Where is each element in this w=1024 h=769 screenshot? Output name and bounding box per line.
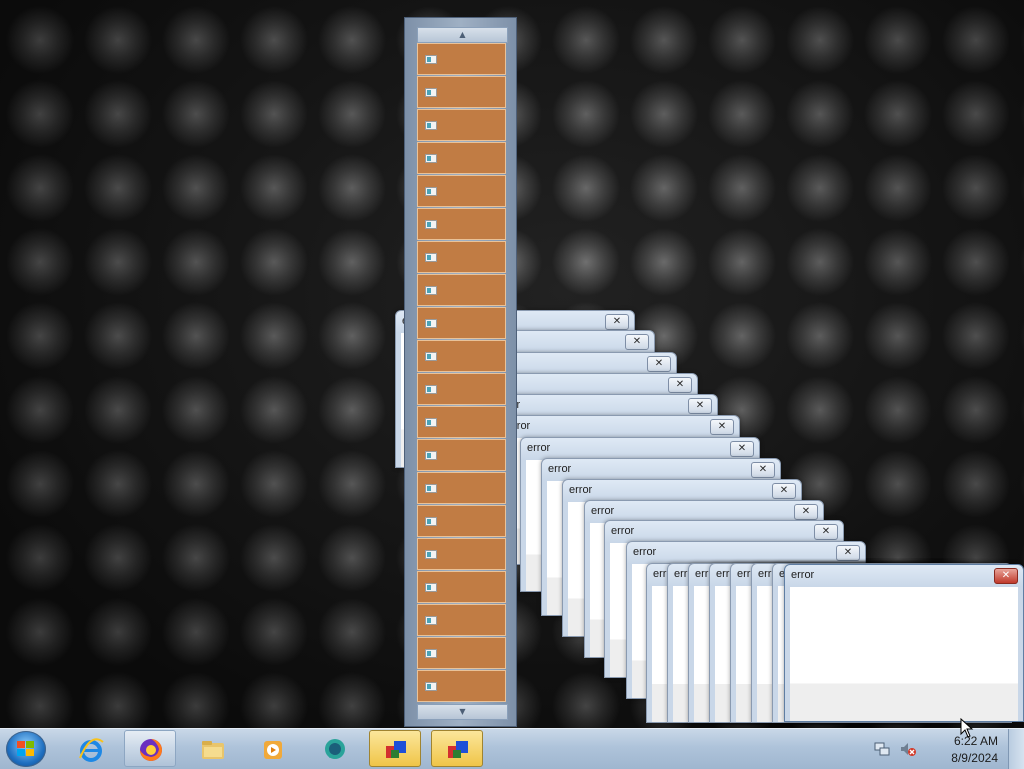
list-item[interactable] xyxy=(417,175,506,207)
network-icon[interactable] xyxy=(874,741,890,757)
error-window-title: error xyxy=(527,442,551,454)
close-button[interactable]: ✕ xyxy=(668,377,692,393)
cube-app-icon xyxy=(386,741,406,758)
app-window-icon xyxy=(425,286,437,295)
list-popup: ▲ ▼ xyxy=(404,17,517,727)
error-window-titlebar[interactable]: error✕ xyxy=(501,416,739,438)
internet-explorer-icon xyxy=(79,738,104,762)
app-window-icon xyxy=(425,55,437,64)
error-window-titlebar[interactable]: error ✕ xyxy=(605,521,843,543)
close-button[interactable]: ✕ xyxy=(625,334,649,350)
close-button[interactable]: ✕ xyxy=(994,568,1018,584)
error-window-active[interactable]: error ✕ xyxy=(784,564,1024,722)
list-item[interactable] xyxy=(417,109,506,141)
app-window-icon xyxy=(425,88,437,97)
app-window-icon xyxy=(425,319,437,328)
list-item[interactable] xyxy=(417,538,506,570)
list-item[interactable] xyxy=(417,208,506,240)
close-button[interactable]: ✕ xyxy=(772,483,796,499)
show-desktop-button[interactable] xyxy=(1008,729,1024,769)
list-item[interactable] xyxy=(417,571,506,603)
app-window-icon xyxy=(425,583,437,592)
app-window-icon xyxy=(425,154,437,163)
close-button[interactable]: ✕ xyxy=(605,314,629,330)
list-item[interactable] xyxy=(417,637,506,669)
app-window-icon xyxy=(425,451,437,460)
app-window-icon xyxy=(425,352,437,361)
app-window-icon xyxy=(425,187,437,196)
list-item[interactable] xyxy=(417,142,506,174)
error-window-titlebar[interactable]: error ✕ xyxy=(521,438,759,460)
list-item[interactable] xyxy=(417,406,506,438)
app-window-icon xyxy=(425,385,437,394)
app-window-icon xyxy=(425,220,437,229)
app-window-icon xyxy=(425,550,437,559)
list-item[interactable] xyxy=(417,307,506,339)
error-window-titlebar[interactable]: error ✕ xyxy=(542,459,780,481)
list-item[interactable] xyxy=(417,439,506,471)
list-item[interactable] xyxy=(417,670,506,702)
error-window-title: error xyxy=(791,569,815,581)
error-window-title: error xyxy=(633,546,657,558)
error-window-body xyxy=(790,587,1018,721)
list-item[interactable] xyxy=(417,373,506,405)
list-item[interactable] xyxy=(417,505,506,537)
app-window-icon xyxy=(425,418,437,427)
app-window-icon xyxy=(425,121,437,130)
error-window-titlebar[interactable]: error ✕ xyxy=(785,565,1023,587)
close-button[interactable]: ✕ xyxy=(710,419,734,435)
close-button[interactable]: ✕ xyxy=(647,356,671,372)
list-item[interactable] xyxy=(417,43,506,75)
error-window-title: error xyxy=(591,505,615,517)
volume-muted-icon[interactable] xyxy=(900,741,916,757)
chat-bubble-icon xyxy=(325,739,345,759)
taskbar-media-player[interactable] xyxy=(246,730,298,767)
taskbar-cube-app-2[interactable] xyxy=(431,730,483,767)
error-window-title: error xyxy=(611,525,635,537)
list-item[interactable] xyxy=(417,76,506,108)
taskbar-cube-app-1[interactable] xyxy=(369,730,421,767)
taskbar-chat-app[interactable] xyxy=(308,730,360,767)
windows-logo-icon xyxy=(17,741,35,757)
error-window-titlebar[interactable]: error✕ xyxy=(491,395,717,417)
app-window-icon xyxy=(425,682,437,691)
error-window-title: error xyxy=(569,484,593,496)
error-window-titlebar[interactable]: error ✕ xyxy=(563,480,801,502)
error-window-titlebar[interactable]: error ✕ xyxy=(627,542,865,564)
clock-date[interactable]: 8/9/2024 xyxy=(951,751,998,765)
media-player-icon xyxy=(264,741,282,759)
app-window-icon xyxy=(425,649,437,658)
scroll-down-button[interactable]: ▼ xyxy=(417,704,508,720)
list-item[interactable] xyxy=(417,472,506,504)
close-button[interactable]: ✕ xyxy=(836,545,860,561)
list-item[interactable] xyxy=(417,340,506,372)
taskbar-file-explorer[interactable] xyxy=(186,730,238,767)
folder-icon xyxy=(202,741,224,759)
list-item[interactable] xyxy=(417,241,506,273)
close-button[interactable]: ✕ xyxy=(688,398,712,414)
start-button[interactable] xyxy=(6,731,46,767)
notification-area: 6:22 AM 8/9/2024 xyxy=(874,729,1024,769)
app-window-icon xyxy=(425,517,437,526)
cube-app-icon xyxy=(448,741,468,758)
taskbar-internet-explorer[interactable] xyxy=(64,730,116,767)
app-window-icon xyxy=(425,616,437,625)
close-button[interactable]: ✕ xyxy=(794,504,818,520)
error-window-title: error xyxy=(548,463,572,475)
list-item[interactable] xyxy=(417,274,506,306)
close-button[interactable]: ✕ xyxy=(751,462,775,478)
list-item[interactable] xyxy=(417,604,506,636)
scroll-up-button[interactable]: ▲ xyxy=(417,27,508,43)
taskbar: 6:22 AM 8/9/2024 xyxy=(0,728,1024,769)
app-window-icon xyxy=(425,253,437,262)
close-button[interactable]: ✕ xyxy=(730,441,754,457)
app-window-icon xyxy=(425,484,437,493)
taskbar-firefox[interactable] xyxy=(124,730,176,767)
close-button[interactable]: ✕ xyxy=(814,524,838,540)
firefox-icon xyxy=(140,739,162,761)
